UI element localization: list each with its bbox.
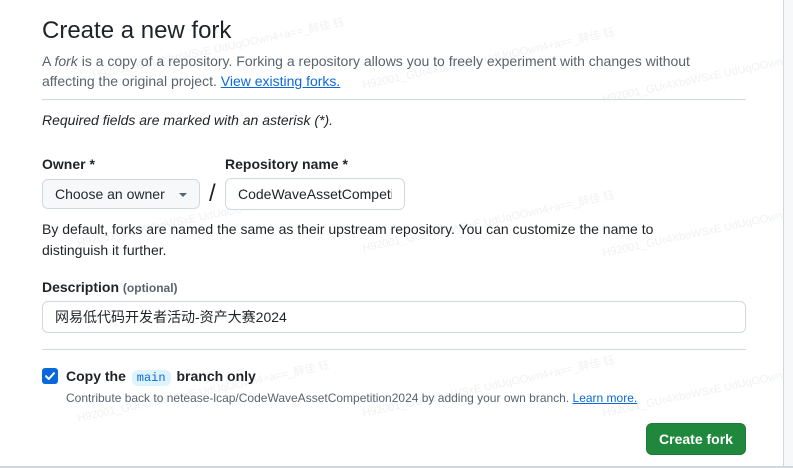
choose-owner-label: Choose an owner	[55, 186, 165, 202]
repository-name-label: Repository name *	[225, 156, 348, 172]
description-label-text: Description	[42, 279, 120, 295]
branch-name-badge: main	[131, 370, 171, 386]
description-label: Description (optional)	[42, 277, 178, 298]
copy-main-branch-checkbox[interactable]	[42, 368, 58, 384]
fork-name-helper-text: By default, forks are named the same as …	[42, 221, 654, 258]
divider	[42, 99, 746, 100]
intro-prefix: A	[42, 53, 55, 69]
window-edge	[783, 0, 793, 468]
choose-owner-button[interactable]: Choose an owner	[42, 179, 200, 209]
optional-tag: (optional)	[122, 281, 178, 295]
triangle-down-icon	[179, 193, 187, 197]
watermark: H92001_GUr4XboWSxE UdUqOOwn4+a==_醉佳 钰	[601, 354, 793, 420]
divider	[42, 349, 746, 350]
learn-more-link[interactable]: Learn more.	[573, 391, 638, 405]
watermark: H92001_GUr4XboWSxE UdUqOOwn4+a==_醉佳 钰	[361, 354, 616, 420]
owner-label: Owner *	[42, 156, 95, 172]
description-input[interactable]	[42, 301, 746, 333]
copy-branch-suffix: branch only	[172, 368, 256, 384]
contribute-help: Contribute back to netease-lcap/CodeWave…	[66, 391, 573, 405]
checkmark-icon	[45, 372, 55, 380]
owner-repo-separator: /	[209, 180, 216, 207]
repository-name-input[interactable]	[225, 178, 405, 210]
copy-branch-label: Copy the main branch only	[66, 366, 256, 388]
intro-fork-word: fork	[54, 53, 78, 69]
page-title: Create a new fork	[42, 17, 232, 44]
fork-description: A fork is a copy of a repository. Forkin…	[42, 51, 742, 91]
intro-text: is a copy of a repository. Forking a rep…	[42, 53, 690, 89]
contribute-help-text: Contribute back to netease-lcap/CodeWave…	[66, 389, 637, 407]
create-fork-button[interactable]: Create fork	[646, 423, 746, 455]
view-existing-forks-link[interactable]: View existing forks.	[221, 73, 341, 89]
copy-branch-prefix: Copy the	[66, 368, 130, 384]
required-fields-note: Required fields are marked with an aster…	[42, 112, 334, 128]
